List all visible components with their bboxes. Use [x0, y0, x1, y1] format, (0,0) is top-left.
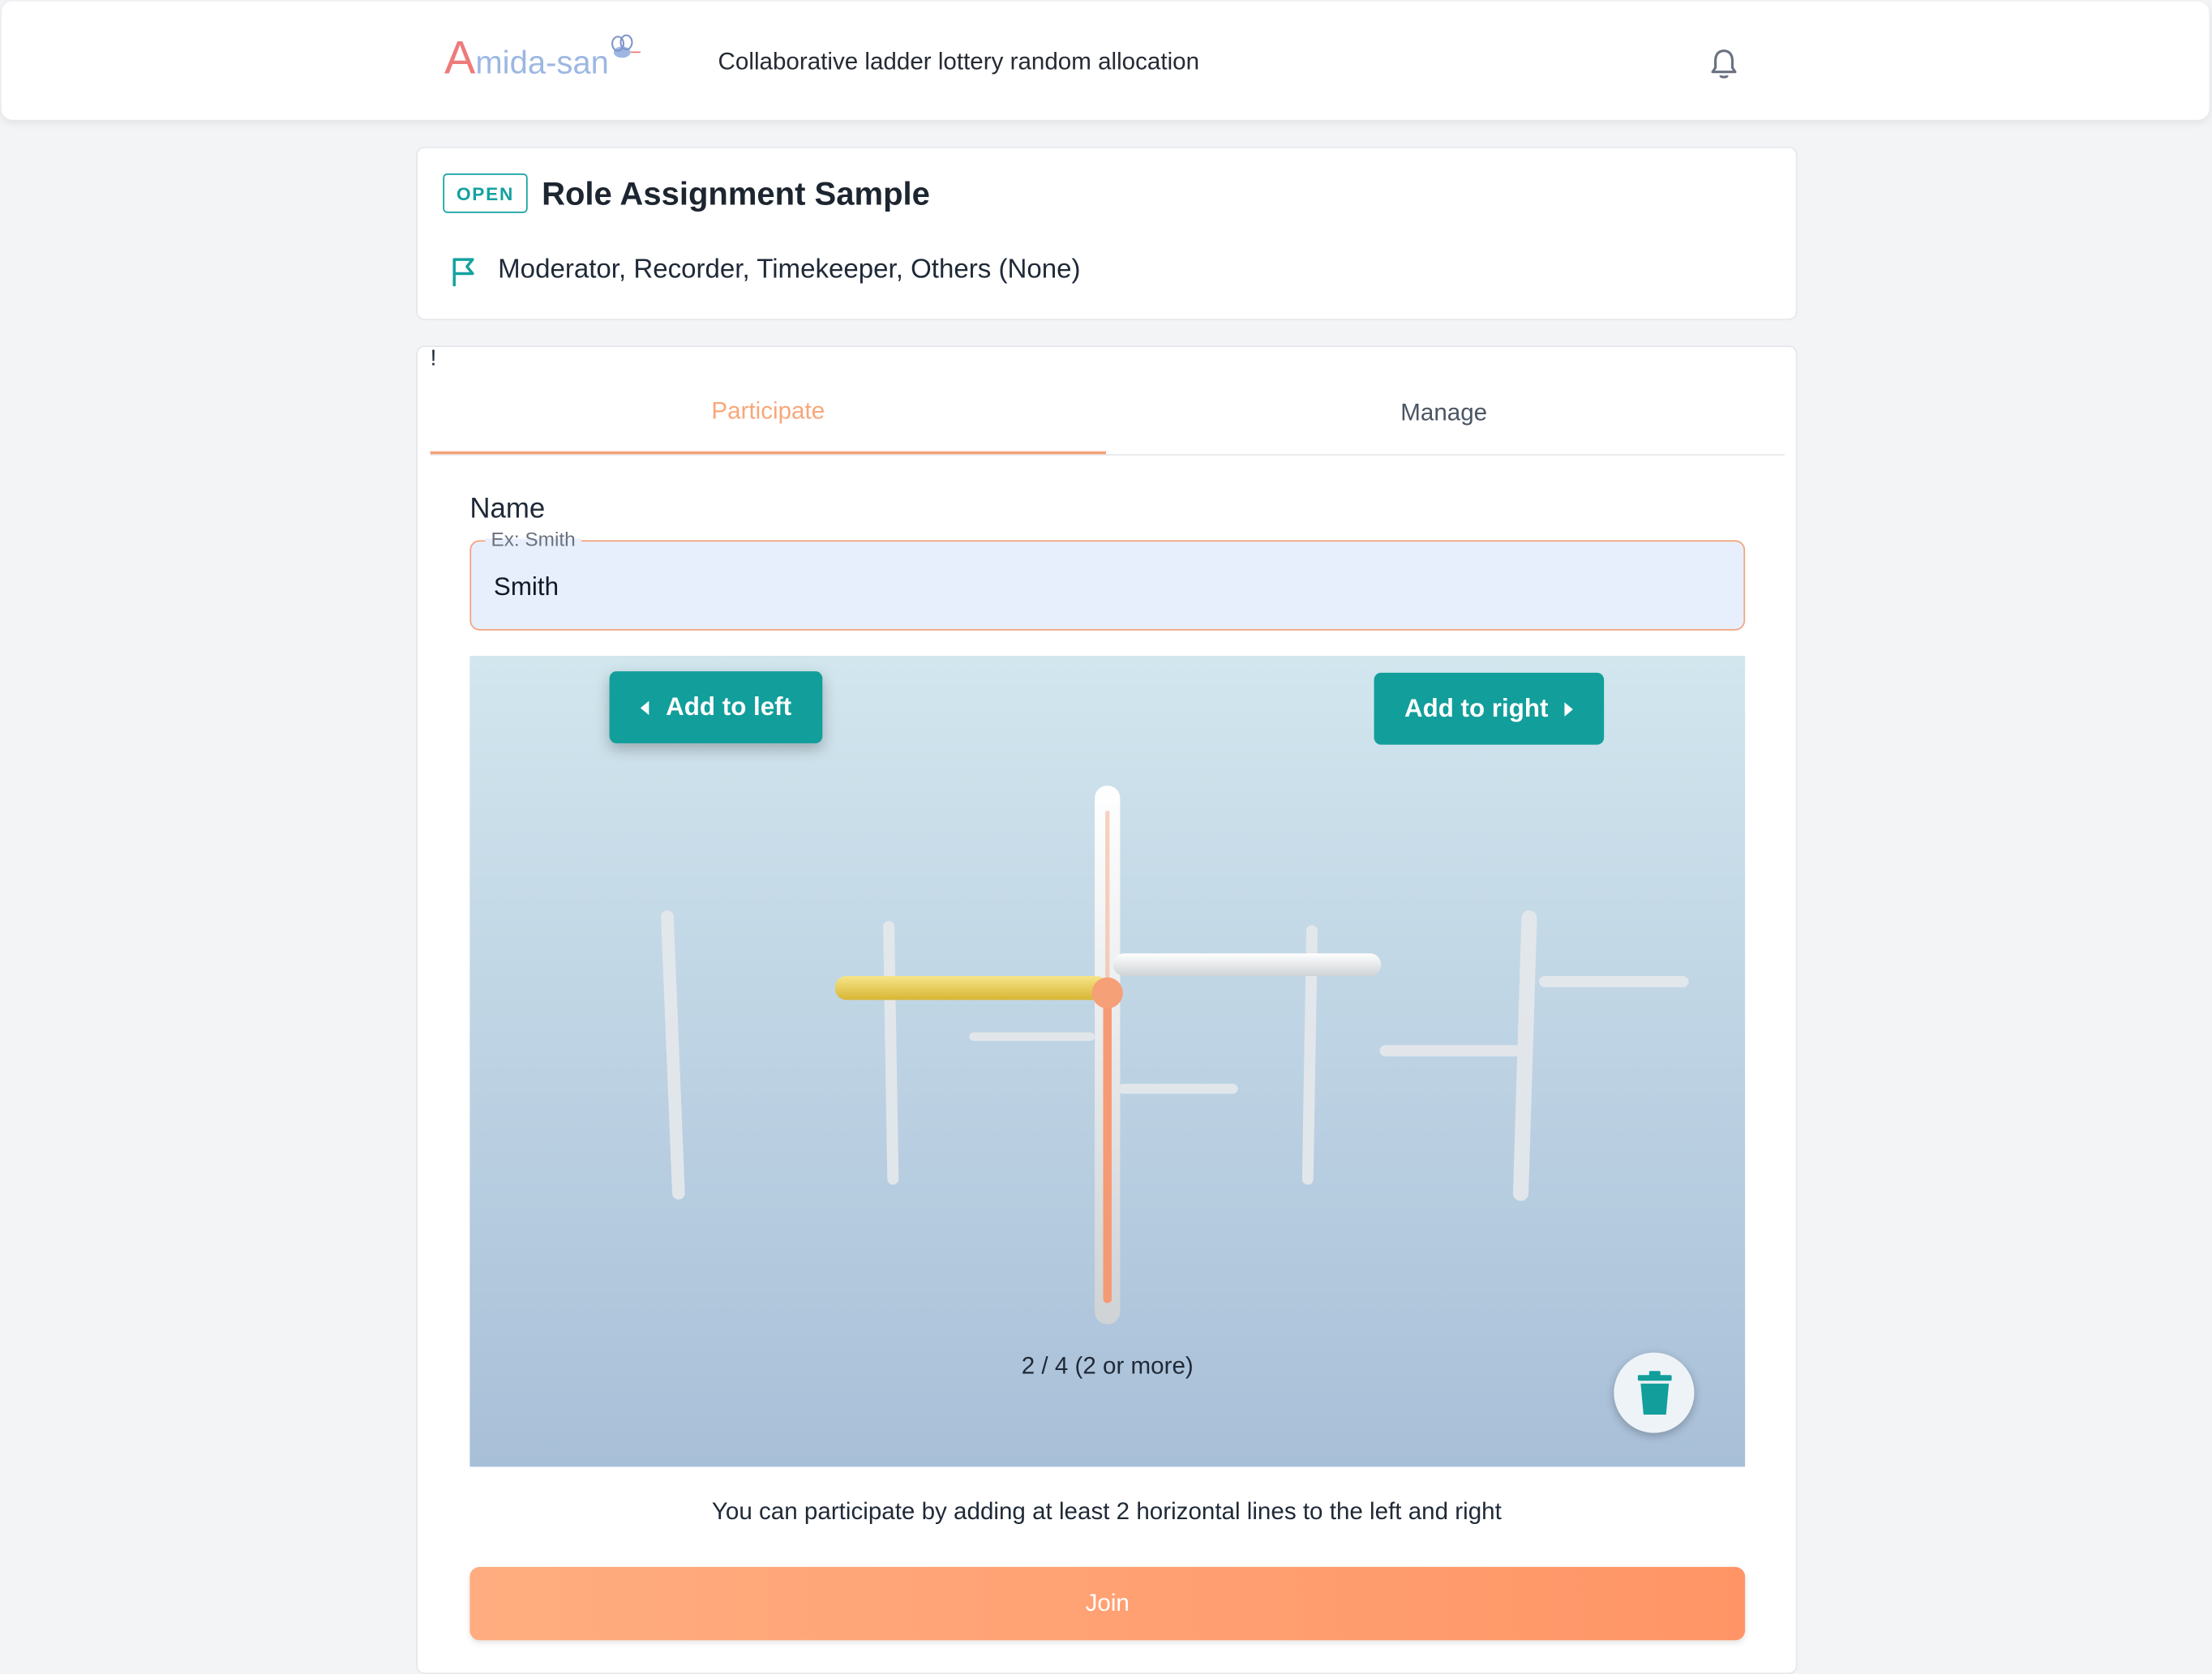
horizontal-line-left: [834, 975, 1108, 1000]
delete-button[interactable]: [1614, 1352, 1695, 1433]
add-to-left-label: Add to left: [666, 692, 792, 721]
participation-card: Participate Manage ! Name Ex: Smith: [416, 345, 1798, 1674]
add-to-right-button[interactable]: Add to right: [1374, 672, 1605, 745]
app-header: Amida-san Collaborative ladder lottery r…: [1, 1, 2210, 120]
join-button[interactable]: Join: [469, 1566, 1746, 1641]
tab-manage-label: Manage: [1400, 399, 1488, 426]
tab-bar: Participate Manage !: [430, 347, 1785, 456]
caret-right-icon: [1565, 701, 1574, 716]
roles-list: Moderator, Recorder, Timekeeper, Others …: [498, 255, 1081, 285]
junction-point: [1091, 977, 1123, 1008]
add-to-left-button[interactable]: Add to left: [609, 671, 823, 743]
tab-participate-label: Participate: [711, 397, 825, 425]
logo-text: mida-san: [475, 43, 609, 81]
ladder-drawing: [661, 786, 1689, 1325]
status-badge: OPEN: [443, 173, 528, 213]
ladder-canvas[interactable]: Add to left Add to right 2 / 4 (2 or mor…: [469, 656, 1746, 1467]
bee-icon: [611, 34, 641, 58]
name-label: Name: [469, 493, 546, 525]
name-input[interactable]: [491, 542, 1725, 632]
horizontal-line-right: [1112, 953, 1382, 976]
join-label: Join: [1085, 1589, 1130, 1616]
tagline: Collaborative ladder lottery random allo…: [718, 48, 1200, 75]
tab-participate[interactable]: Participate: [430, 347, 1107, 455]
line-count: 2 / 4 (2 or more): [1021, 1352, 1194, 1380]
participation-hint: You can participate by adding at least 2…: [711, 1497, 1502, 1525]
tab-manage[interactable]: Manage: [1106, 347, 1781, 454]
name-field[interactable]: [469, 540, 1746, 632]
bell-icon[interactable]: [1708, 46, 1739, 80]
event-info-card: OPEN Role Assignment Sample Moderator, R…: [416, 146, 1798, 320]
add-to-right-label: Add to right: [1404, 693, 1549, 722]
logo-initial: A: [444, 31, 476, 83]
flag-icon: [452, 258, 474, 287]
logo[interactable]: Amida-san: [444, 27, 641, 83]
trash-icon: [1637, 1370, 1671, 1415]
event-title: Role Assignment Sample: [542, 174, 930, 212]
caret-left-icon: [640, 700, 649, 715]
name-placeholder-legend: Ex: Smith: [485, 527, 581, 550]
